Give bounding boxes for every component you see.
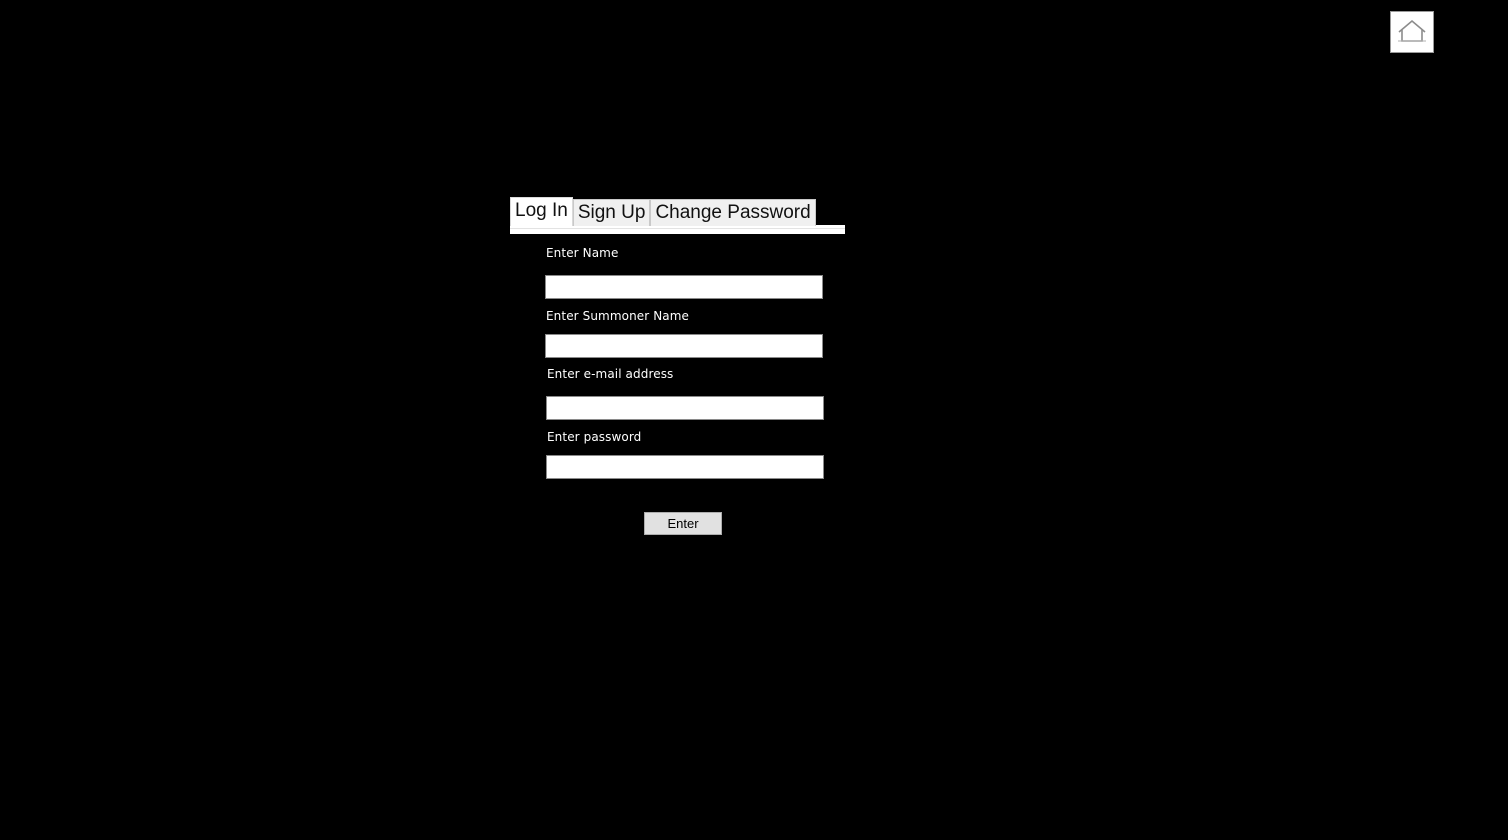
tab-change-password[interactable]: Change Password bbox=[650, 199, 816, 226]
home-button[interactable] bbox=[1390, 11, 1434, 53]
tab-panel-divider bbox=[510, 228, 845, 229]
tab-sign-up[interactable]: Sign Up bbox=[572, 199, 651, 226]
password-label: Enter password bbox=[547, 430, 642, 444]
tab-log-in[interactable]: Log In bbox=[510, 197, 573, 226]
summoner-name-label: Enter Summoner Name bbox=[546, 309, 690, 323]
email-label: Enter e-mail address bbox=[547, 367, 674, 381]
enter-button[interactable]: Enter bbox=[644, 512, 722, 535]
password-field[interactable] bbox=[546, 455, 824, 479]
name-field[interactable] bbox=[545, 275, 823, 299]
login-page: Log In Sign Up Change Password Enter Nam… bbox=[0, 0, 1508, 840]
email-field[interactable] bbox=[546, 396, 824, 420]
tab-panel-border bbox=[510, 225, 845, 234]
home-icon bbox=[1398, 19, 1426, 42]
auth-tabs: Log In Sign Up Change Password bbox=[510, 197, 816, 226]
name-label: Enter Name bbox=[546, 246, 619, 260]
summoner-name-field[interactable] bbox=[545, 334, 823, 358]
